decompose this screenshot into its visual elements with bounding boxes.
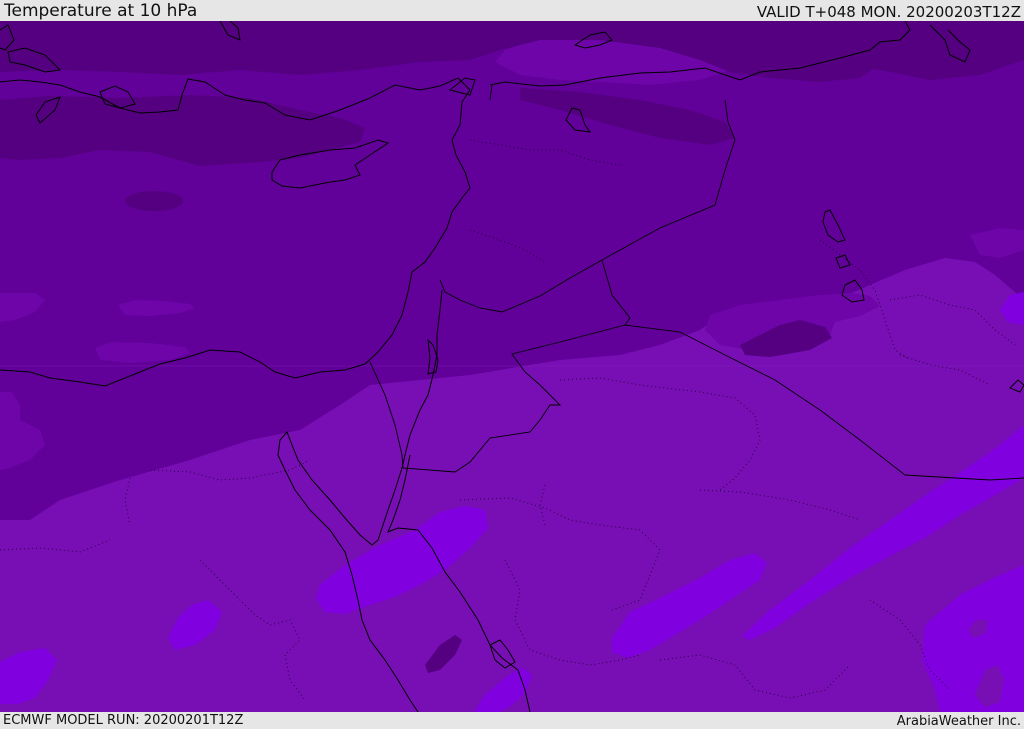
temperature-map (0, 21, 1024, 712)
valid-time-label: VALID T+048 MON. 20200203T12Z (756, 3, 1021, 21)
temperature-band-darkest (125, 191, 183, 211)
map-title: Temperature at 10 hPa (4, 1, 198, 21)
footer-bar: ECMWF MODEL RUN: 20200201T12Z ArabiaWeat… (0, 712, 1024, 729)
map-canvas (0, 21, 1024, 712)
credit-label: ArabiaWeather Inc. (896, 714, 1021, 729)
header-bar: Temperature at 10 hPa VALID T+048 MON. 2… (0, 0, 1024, 21)
model-run-label: ECMWF MODEL RUN: 20200201T12Z (3, 713, 244, 728)
